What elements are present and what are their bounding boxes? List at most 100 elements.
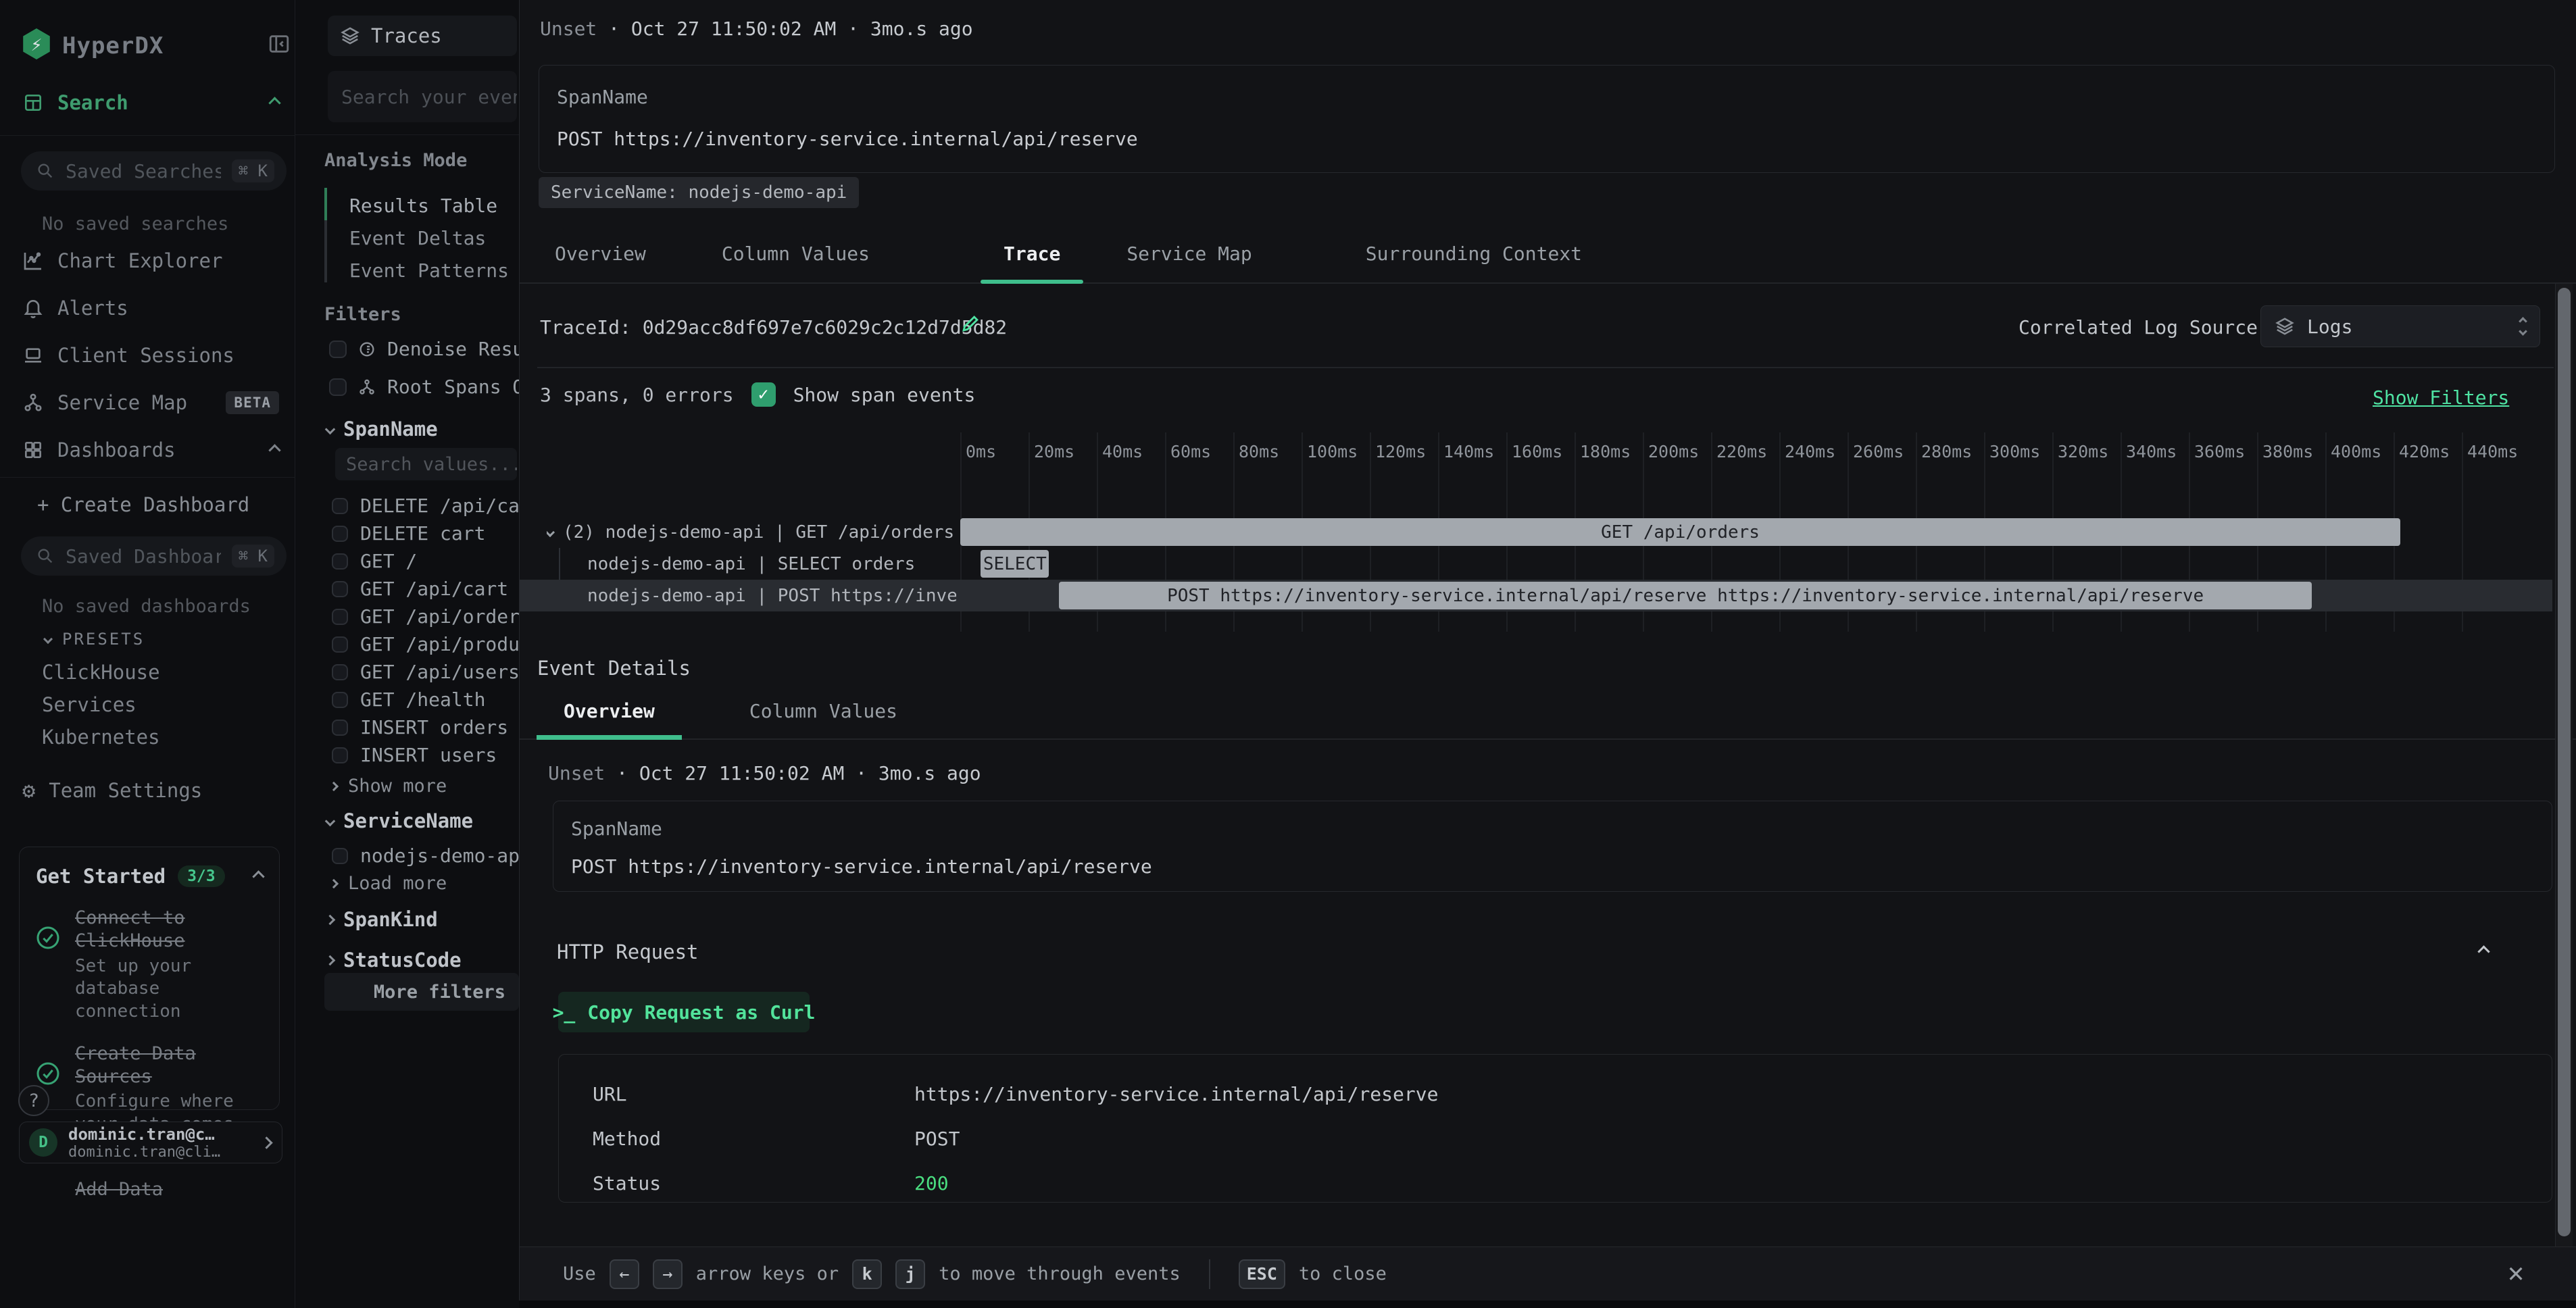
checkbox[interactable] bbox=[332, 636, 348, 653]
get-started-item[interactable]: Connect to ClickHouse Set up your databa… bbox=[20, 888, 279, 1024]
checkbox[interactable] bbox=[332, 720, 348, 736]
event-search-input[interactable]: Search your events... bbox=[328, 71, 517, 122]
spankind-group-label: SpanKind bbox=[343, 908, 438, 931]
sidebar-item-team-settings[interactable]: ⚙ Team Settings bbox=[0, 772, 295, 809]
span-name-value: POST https://inventory-service.internal/… bbox=[571, 855, 1152, 878]
checkbox[interactable] bbox=[332, 581, 348, 597]
saved-dashboards-input[interactable]: Saved Dashboards ⌘ K bbox=[21, 536, 287, 576]
sidebar-collapse-icon[interactable] bbox=[268, 32, 291, 55]
filter-value-row[interactable]: INSERT users bbox=[332, 741, 535, 769]
source-select[interactable]: Traces bbox=[328, 16, 517, 56]
timeline-tick-label: 340ms bbox=[2126, 442, 2177, 461]
edit-pencil-icon[interactable] bbox=[959, 312, 982, 335]
show-more-button[interactable]: Show more bbox=[330, 776, 447, 797]
span-duration-bar[interactable]: GET /api/orders bbox=[960, 518, 2400, 546]
presets-toggle[interactable]: PRESETS bbox=[45, 630, 145, 649]
event-meta-line: Unset · Oct 27 11:50:02 AM · 3mo.s ago bbox=[540, 18, 973, 40]
checkbox[interactable] bbox=[332, 692, 348, 708]
checkbox[interactable] bbox=[332, 526, 348, 542]
analysis-mode-event-deltas[interactable]: Event Deltas bbox=[349, 227, 486, 249]
saved-searches-input[interactable]: Saved Searches ⌘ K bbox=[21, 151, 287, 191]
sidebar-item-label: Dashboards bbox=[57, 438, 257, 461]
sidebar-item-alerts[interactable]: Alerts bbox=[0, 289, 295, 327]
sidebar-item-dashboards[interactable]: Dashboards bbox=[0, 431, 295, 469]
sidebar: ⚡ HyperDX Search Saved Searches ⌘ K No s… bbox=[0, 0, 295, 1308]
tab-overview[interactable]: Overview bbox=[532, 243, 669, 282]
active-tab-underline bbox=[981, 280, 1083, 284]
service-name-chip[interactable]: ServiceName: nodejs-demo-api bbox=[539, 177, 859, 208]
tab-column-values[interactable]: Column Values bbox=[699, 243, 893, 282]
preset-kubernetes[interactable]: Kubernetes bbox=[42, 726, 160, 749]
log-source-select[interactable]: Logs bbox=[2260, 305, 2540, 347]
http-row-url: URL https://inventory-service.internal/a… bbox=[593, 1083, 2511, 1105]
checkbox[interactable] bbox=[332, 609, 348, 625]
filter-value-row[interactable]: GET /api/orders bbox=[332, 603, 535, 630]
filter-value-row[interactable]: GET /api/cart bbox=[332, 575, 535, 603]
scrollbar-thumb[interactable] bbox=[2558, 288, 2571, 1236]
span-row-label[interactable]: nodejs-demo-api | SELECT orders bbox=[587, 548, 956, 580]
more-filters-button[interactable]: More filters bbox=[324, 973, 519, 1011]
checkbox[interactable] bbox=[332, 747, 348, 763]
preset-services[interactable]: Services bbox=[42, 693, 137, 716]
checkbox[interactable] bbox=[329, 378, 347, 396]
servicename-group-toggle[interactable]: ServiceName bbox=[326, 809, 473, 832]
sidebar-item-client-sessions[interactable]: Client Sessions bbox=[0, 336, 295, 374]
sidebar-item-chart-explorer[interactable]: Chart Explorer bbox=[0, 242, 295, 280]
tab-surrounding-context[interactable]: Surrounding Context bbox=[1343, 243, 1605, 282]
chevron-up-icon[interactable] bbox=[252, 870, 264, 882]
close-icon[interactable]: ✕ bbox=[2498, 1255, 2533, 1290]
filter-value-row[interactable]: nodejs-demo-api bbox=[332, 842, 535, 870]
copy-request-curl-button[interactable]: >_ Copy Request as Curl bbox=[558, 992, 810, 1032]
span-duration-bar[interactable]: POST https://inventory-service.internal/… bbox=[1059, 582, 2311, 609]
filters-heading: Filters bbox=[324, 304, 401, 325]
get-started-item[interactable]: Add Data bbox=[20, 1159, 279, 1205]
sidebar-item-search[interactable]: Search bbox=[0, 84, 295, 122]
checkbox[interactable] bbox=[329, 341, 347, 358]
chevron-down-icon bbox=[325, 815, 336, 826]
check-circle-icon bbox=[34, 1060, 61, 1087]
filter-value-row[interactable]: GET / bbox=[332, 547, 535, 575]
show-span-events-checkbox[interactable]: ✓ bbox=[751, 382, 776, 407]
timeline-tick-label: 260ms bbox=[1853, 442, 1904, 461]
copy-request-curl-label: Copy Request as Curl bbox=[587, 1001, 815, 1024]
service-map-icon bbox=[22, 392, 44, 413]
spans-summary-row: 3 spans, 0 errors ✓ Show span events bbox=[540, 382, 975, 407]
statuscode-group-toggle[interactable]: StatusCode bbox=[326, 949, 462, 972]
filter-value-row[interactable]: GET /api/products bbox=[332, 630, 535, 658]
show-more-label: Show more bbox=[348, 776, 447, 797]
arrow-right-key: → bbox=[653, 1259, 683, 1289]
filter-value-row[interactable]: DELETE /api/cart bbox=[332, 492, 535, 520]
spanname-search-input[interactable]: Search values... bbox=[335, 448, 517, 480]
create-dashboard-button[interactable]: + Create Dashboard bbox=[37, 493, 249, 516]
sidebar-item-service-map[interactable]: Service Map BETA bbox=[0, 384, 295, 422]
load-more-button[interactable]: Load more bbox=[330, 873, 447, 894]
chevron-right-icon bbox=[260, 1136, 272, 1149]
spankind-group-toggle[interactable]: SpanKind bbox=[326, 908, 438, 931]
show-filters-link[interactable]: Show Filters bbox=[2373, 386, 2509, 409]
tab-trace[interactable]: Trace bbox=[981, 243, 1083, 282]
checkbox[interactable] bbox=[332, 848, 348, 864]
analysis-mode-heading: Analysis Mode bbox=[324, 150, 467, 171]
spanname-group-toggle[interactable]: SpanName bbox=[326, 418, 438, 441]
collapse-section-icon[interactable] bbox=[2477, 945, 2490, 957]
span-duration-bar[interactable]: SELECT bbox=[981, 550, 1049, 578]
trace-timeline-chart[interactable]: 0ms20ms40ms60ms80ms100ms120ms140ms160ms1… bbox=[520, 432, 2552, 632]
analysis-mode-event-patterns[interactable]: Event Patterns bbox=[349, 259, 509, 282]
tab-service-map[interactable]: Service Map bbox=[1104, 243, 1274, 282]
filter-value-row[interactable]: DELETE cart bbox=[332, 520, 535, 547]
user-menu[interactable]: D dominic.tran@c… dominic.tran@cli… bbox=[19, 1122, 282, 1163]
help-button[interactable]: ? bbox=[18, 1085, 49, 1116]
analysis-mode-results-table[interactable]: Results Table bbox=[349, 195, 497, 217]
filter-value-row[interactable]: GET /api/users bbox=[332, 658, 535, 686]
tab-ed-overview[interactable]: Overview bbox=[537, 700, 682, 738]
span-row-label[interactable]: nodejs-demo-api | POST https://inventory… bbox=[587, 580, 956, 611]
span-row-label[interactable]: (2) nodejs-demo-api | GET /api/orders bbox=[547, 516, 956, 548]
filter-value-row[interactable]: INSERT orders bbox=[332, 713, 535, 741]
preset-clickhouse[interactable]: ClickHouse bbox=[42, 661, 160, 684]
checkbox[interactable] bbox=[332, 498, 348, 514]
checkbox[interactable] bbox=[332, 553, 348, 570]
checkbox[interactable] bbox=[332, 664, 348, 680]
hierarchy-icon bbox=[357, 378, 376, 397]
filter-value-row[interactable]: GET /health bbox=[332, 686, 535, 713]
tab-ed-column-values[interactable]: Column Values bbox=[722, 700, 924, 738]
